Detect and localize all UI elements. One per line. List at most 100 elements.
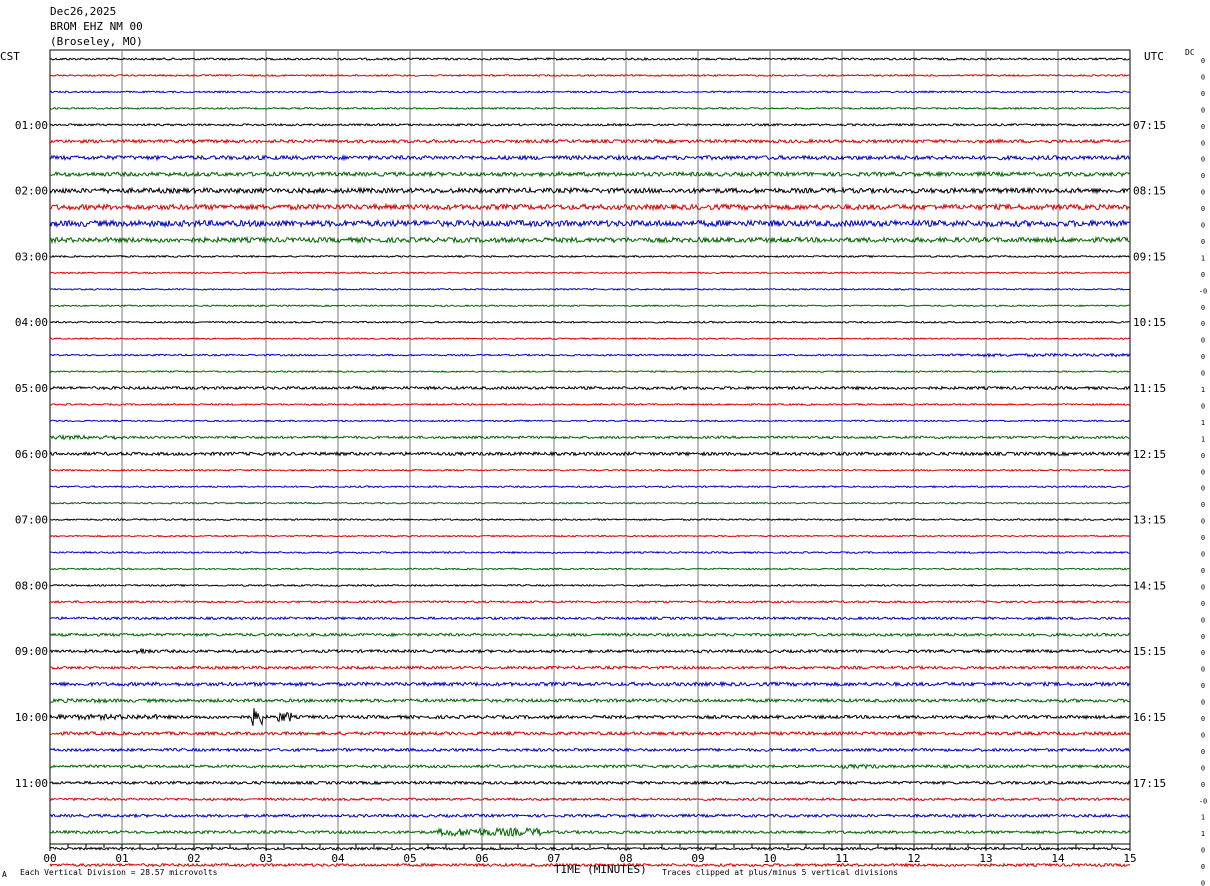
- trace-line: [49, 254, 1131, 259]
- left-hour-label: 05:00: [15, 382, 48, 395]
- trace-line: [49, 780, 1131, 786]
- dc-value: 0: [1201, 222, 1205, 230]
- dc-value: 0: [1201, 666, 1205, 674]
- dc-value: 0: [1201, 337, 1205, 345]
- dc-value: 0: [1201, 123, 1205, 131]
- trace-line: [49, 402, 1131, 407]
- trace-line: [49, 468, 1131, 472]
- right-hour-label: 12:15: [1133, 448, 1166, 461]
- dc-value: 0: [1201, 402, 1205, 410]
- trace-line: [49, 218, 1131, 229]
- dc-value: 0: [1201, 156, 1205, 164]
- dc-value: 0: [1201, 485, 1205, 493]
- trace-line: [49, 235, 1131, 245]
- trace-line: [49, 450, 1131, 457]
- trace-line: [49, 56, 1131, 61]
- x-tick-label: 00: [43, 852, 56, 865]
- helicorder-chart: 01:00 02:00 03:00 04:00 05:00 06:00 07:00 08:00…: [15, 49, 1207, 886]
- left-hour-label: 02:00: [15, 185, 48, 198]
- trace-line: [49, 138, 1131, 145]
- left-hour-label: 04:00: [15, 316, 48, 329]
- right-hour-label: 17:15: [1133, 777, 1166, 790]
- dc-value: 0: [1201, 534, 1205, 542]
- trace-line: [49, 122, 1131, 127]
- dc-value: 1: [1201, 435, 1205, 443]
- x-tick-label: 12: [907, 852, 920, 865]
- dc-value: 0: [1201, 106, 1205, 114]
- trace-line: [49, 599, 1131, 604]
- dc-value: 0: [1201, 238, 1205, 246]
- trace-line: [49, 647, 1131, 655]
- trace-line: [49, 631, 1131, 638]
- trace-line: [49, 153, 1131, 162]
- x-tick-label: 03: [259, 852, 272, 865]
- trace-line: [49, 664, 1131, 671]
- dc-value: 0: [1201, 567, 1205, 575]
- left-hour-label: 01:00: [15, 119, 48, 132]
- dc-value: 1: [1201, 254, 1205, 262]
- trace-line: [49, 370, 1131, 374]
- trace-line: [49, 567, 1130, 571]
- trace-line: [49, 186, 1130, 195]
- dc-value: 1: [1201, 386, 1205, 394]
- trace-line: [49, 501, 1131, 505]
- x-tick-label: 06: [475, 852, 488, 865]
- trace-line: [49, 271, 1131, 275]
- dc-value: 1: [1201, 419, 1205, 427]
- right-hour-label: 09:15: [1133, 250, 1166, 263]
- dc-value: 0: [1201, 172, 1205, 180]
- trace-line: [49, 287, 1131, 291]
- trace-line: [49, 90, 1131, 94]
- dc-value: 0: [1201, 880, 1205, 886]
- left-hour-label: 09:00: [15, 645, 48, 658]
- trace-line: [49, 730, 1131, 737]
- trace-line: [49, 434, 1131, 441]
- left-hour-label: 07:00: [15, 514, 48, 527]
- trace-line: [49, 534, 1131, 538]
- trace-line: [49, 484, 1131, 489]
- dc-value: 0: [1201, 600, 1205, 608]
- trace-line: [49, 202, 1131, 212]
- dc-value: 0: [1201, 90, 1205, 98]
- right-hour-label: 16:15: [1133, 711, 1166, 724]
- right-hour-label: 08:15: [1133, 185, 1166, 198]
- trace-line: [49, 550, 1131, 555]
- trace-line: [49, 170, 1131, 178]
- clip-note: Traces clipped at plus/minus 5 vertical …: [662, 868, 899, 877]
- scale-note: Each Vertical Division = 28.57 microvolt…: [20, 868, 218, 877]
- dc-value: 0: [1201, 370, 1205, 378]
- corner-mark: A: [2, 870, 7, 879]
- trace-line: [49, 826, 1131, 838]
- dc-value: 0: [1201, 353, 1205, 361]
- dc-value: 0: [1201, 863, 1205, 871]
- x-axis-title: TIME (MINUTES): [554, 863, 647, 876]
- right-hour-label: 14:15: [1133, 579, 1166, 592]
- dc-value: -0: [1199, 797, 1207, 805]
- dc-value: 0: [1201, 616, 1205, 624]
- trace-line: [49, 796, 1131, 802]
- left-hour-label: 06:00: [15, 448, 48, 461]
- trace-line: [49, 747, 1131, 753]
- trace-line: [49, 106, 1131, 110]
- x-tick-label: 02: [187, 852, 200, 865]
- trace-line: [50, 517, 1131, 522]
- right-hour-label: 07:15: [1133, 119, 1166, 132]
- trace-line: [49, 583, 1131, 588]
- x-tick-label: 01: [115, 852, 128, 865]
- plot-frame: [49, 49, 1131, 845]
- dc-value: 1: [1201, 814, 1205, 822]
- dc-value: 0: [1201, 551, 1205, 559]
- dc-value: 0: [1201, 139, 1205, 147]
- dc-value: 0: [1201, 320, 1205, 328]
- x-tick-label: 15: [1123, 852, 1136, 865]
- dc-value: 0: [1201, 715, 1205, 723]
- trace-line: [49, 320, 1131, 324]
- trace-line: [49, 680, 1131, 688]
- dc-value: 0: [1201, 847, 1205, 855]
- x-tick-label: 05: [403, 852, 416, 865]
- dc-value: 0: [1201, 518, 1205, 526]
- dc-value: -0: [1199, 287, 1207, 295]
- x-tick-label: 11: [835, 852, 848, 865]
- dc-value: 0: [1201, 304, 1205, 312]
- dc-value: 0: [1201, 633, 1205, 641]
